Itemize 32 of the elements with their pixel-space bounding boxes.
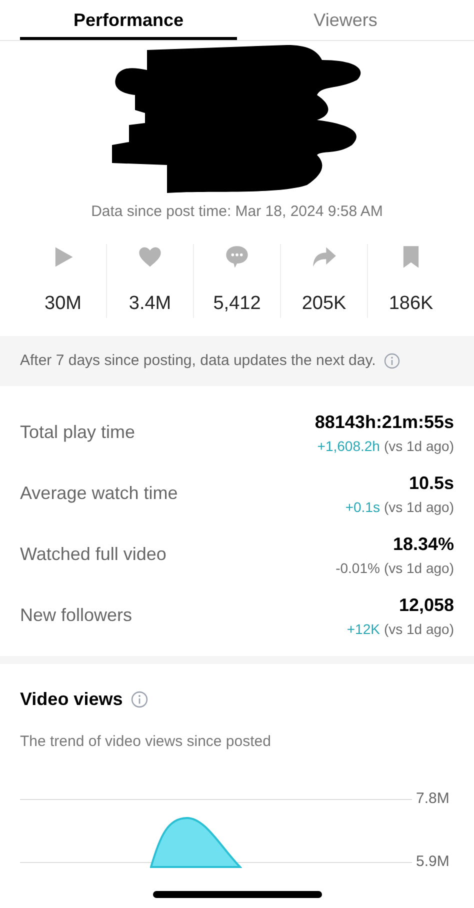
stat-count: 186K [388, 292, 434, 316]
tab[interactable]: Viewers [237, 0, 454, 40]
metric-value: 12,058 [398, 594, 454, 616]
axis-label: 5.9M [416, 852, 450, 872]
comparison-text: (vs 1d ago) [384, 558, 454, 578]
change-value: -0.01% [336, 558, 380, 578]
metric-value: 88143h:21m:55s [314, 410, 454, 434]
axis-label: 7.8M [416, 789, 450, 810]
comparison-text: (vs 1d ago) [384, 436, 454, 456]
chat-bubble-icon [224, 244, 250, 270]
post-time-text: Data since post time: Mar 18, 2024 9:58 AM [90, 202, 384, 222]
tab[interactable]: Performance [20, 0, 237, 40]
change-value: +1,608.2h [317, 436, 380, 456]
change-value: +12K [346, 620, 380, 638]
metric-label: Watched full video [20, 543, 166, 566]
info-icon[interactable] [130, 691, 148, 708]
comparison-text: (vs 1d ago) [384, 498, 454, 517]
notice-text: After 7 days since posting, data updates the next day. [20, 350, 376, 371]
metric-label: New followers [20, 604, 132, 627]
info-icon[interactable] [384, 353, 400, 369]
metric-value: 10.5s [408, 472, 454, 494]
stat-count: 30M [44, 292, 82, 316]
stat-count: 3.4M [128, 292, 172, 316]
metric-label: Total play time [20, 421, 136, 444]
metric-label: Average watch time [20, 482, 178, 505]
stat-count: 5,412 [213, 292, 261, 316]
stat-count: 205K [302, 292, 346, 316]
section-title: Video views [20, 688, 123, 711]
section-subtitle: The trend of video views since posted [19, 732, 272, 752]
metric-value: 18.34% [392, 532, 454, 556]
comparison-text: (vs 1d ago) [384, 620, 454, 639]
change-value: +0.1s [345, 498, 380, 516]
